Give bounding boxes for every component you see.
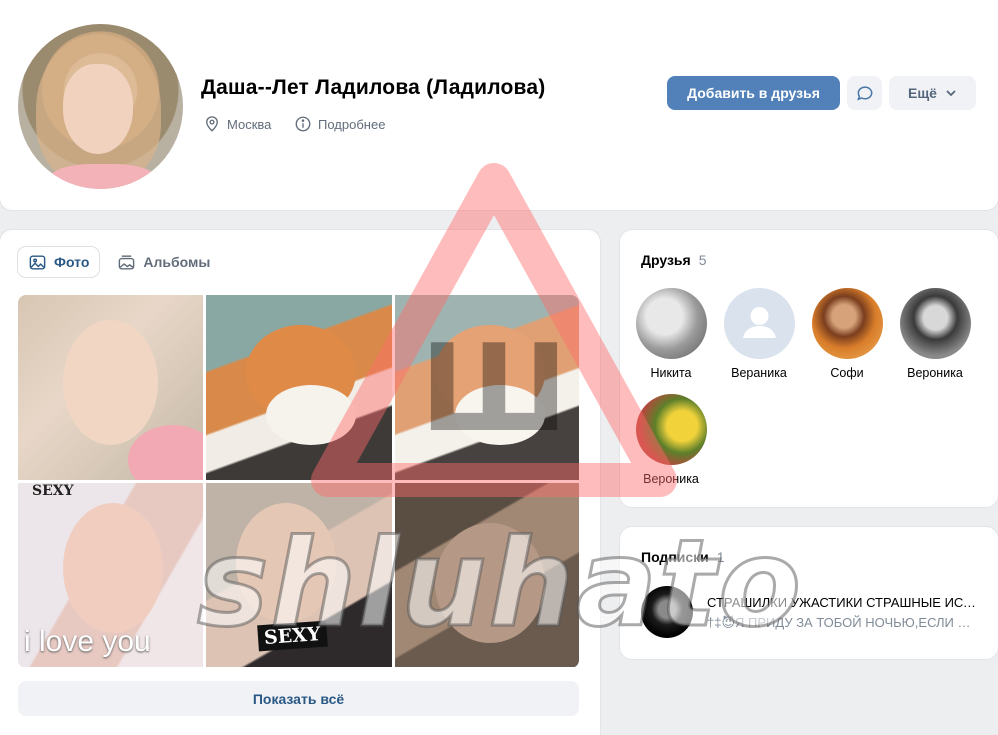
photo-thumbnail[interactable] <box>395 295 579 480</box>
profile-name: Даша--Лет Ладилова (Ладилова) <box>201 76 546 99</box>
info-icon <box>295 116 311 132</box>
avatar-shirt-shape <box>48 164 158 189</box>
friend-name: Вероника <box>643 472 699 486</box>
photo-caption-love: i love you <box>24 625 151 658</box>
profile-avatar[interactable] <box>18 24 183 189</box>
chevron-down-icon <box>946 90 956 97</box>
friend-avatar <box>635 394 707 465</box>
friend-item[interactable]: Вераника <box>715 288 803 380</box>
photo-face-shape <box>63 320 158 445</box>
friend-item[interactable]: Никита <box>627 288 715 380</box>
message-button[interactable] <box>847 76 882 110</box>
friends-count: 5 <box>698 252 707 268</box>
profile-city[interactable]: Москва <box>203 115 271 133</box>
cat-chest-shape <box>266 385 356 445</box>
friend-item[interactable]: Софи <box>803 288 891 380</box>
cat-chest-shape <box>455 385 545 445</box>
location-pin-icon <box>206 116 218 132</box>
photo-caption-sexy: SEXY <box>32 483 74 499</box>
tab-albums-label: Альбомы <box>143 254 211 270</box>
photo-face-shape <box>236 503 336 623</box>
friend-item[interactable]: Вероника <box>891 288 979 380</box>
friend-item[interactable]: Вероника <box>627 394 715 486</box>
photo-thumbnail[interactable] <box>395 483 579 667</box>
show-all-photos-button[interactable]: Показать всё <box>18 681 579 716</box>
subscriptions-count: 1 <box>716 549 725 565</box>
avatar-face-shape <box>63 64 133 154</box>
add-friend-button[interactable]: Добавить в друзья <box>667 76 840 110</box>
subscription-title[interactable]: СТРАШИЛКИ УЖАСТИКИ СТРАШНЫЕ ИСТОРИИ <box>707 595 977 610</box>
friend-name: Вероника <box>907 366 963 380</box>
friend-name: Софи <box>830 366 864 380</box>
photo-thumbnail[interactable] <box>18 295 203 480</box>
photo-thumbnail[interactable]: SEXY <box>206 483 392 667</box>
photos-tabs: Фото Альбомы <box>18 247 220 277</box>
friends-header[interactable]: Друзья 5 <box>641 252 706 268</box>
friend-avatar <box>723 288 795 359</box>
tab-photos-label: Фото <box>54 254 90 270</box>
default-user-icon <box>742 307 776 338</box>
photo-grid: SEXY i love you SEXY <box>18 295 579 668</box>
message-bubble-icon <box>856 86 872 101</box>
photo-face-shape <box>63 503 163 633</box>
friends-title: Друзья <box>641 252 691 268</box>
profile-details-link[interactable]: Подробнее <box>294 115 385 133</box>
photo-caption-sexy-shirt: SEXY <box>257 620 328 652</box>
tab-photos[interactable]: Фото <box>18 247 100 277</box>
friend-avatar <box>635 288 707 359</box>
profile-details-label: Подробнее <box>318 116 386 132</box>
profile-city-label: Москва <box>227 116 272 132</box>
more-button[interactable]: Ещё <box>889 76 976 110</box>
photo-face-shape <box>435 523 545 643</box>
subscriptions-header[interactable]: Подписки 1 <box>641 549 725 565</box>
friend-avatar <box>811 288 883 359</box>
tab-albums[interactable]: Альбомы <box>107 247 220 277</box>
friends-card: Друзья 5 Никита Вераника Софи Вероника В… <box>620 230 998 507</box>
friend-name: Вераника <box>731 366 787 380</box>
photo-thumbnail[interactable]: SEXY i love you <box>18 483 203 667</box>
more-button-label: Ещё <box>908 85 937 101</box>
photos-card: Фото Альбомы SEXY i love you SEXY Показа… <box>0 230 600 735</box>
subscription-description: †‡😈Я ПРИДУ ЗА ТОБОЙ НОЧЬЮ,ЕСЛИ НЕ ПОДПИШ… <box>707 615 977 630</box>
subscriptions-title: Подписки <box>641 549 709 565</box>
friend-name: Никита <box>650 366 692 380</box>
subscriptions-card: Подписки 1 СТРАШИЛКИ УЖАСТИКИ СТРАШНЫЕ И… <box>620 527 998 659</box>
image-icon <box>29 254 46 270</box>
profile-header-card: Даша--Лет Ладилова (Ладилова) Москва Под… <box>0 0 998 210</box>
photo-thumbnail[interactable] <box>206 295 392 480</box>
photo-shirt-shape <box>128 425 203 480</box>
albums-icon <box>119 254 135 270</box>
friend-avatar <box>899 288 971 359</box>
subscription-avatar[interactable] <box>641 586 693 638</box>
